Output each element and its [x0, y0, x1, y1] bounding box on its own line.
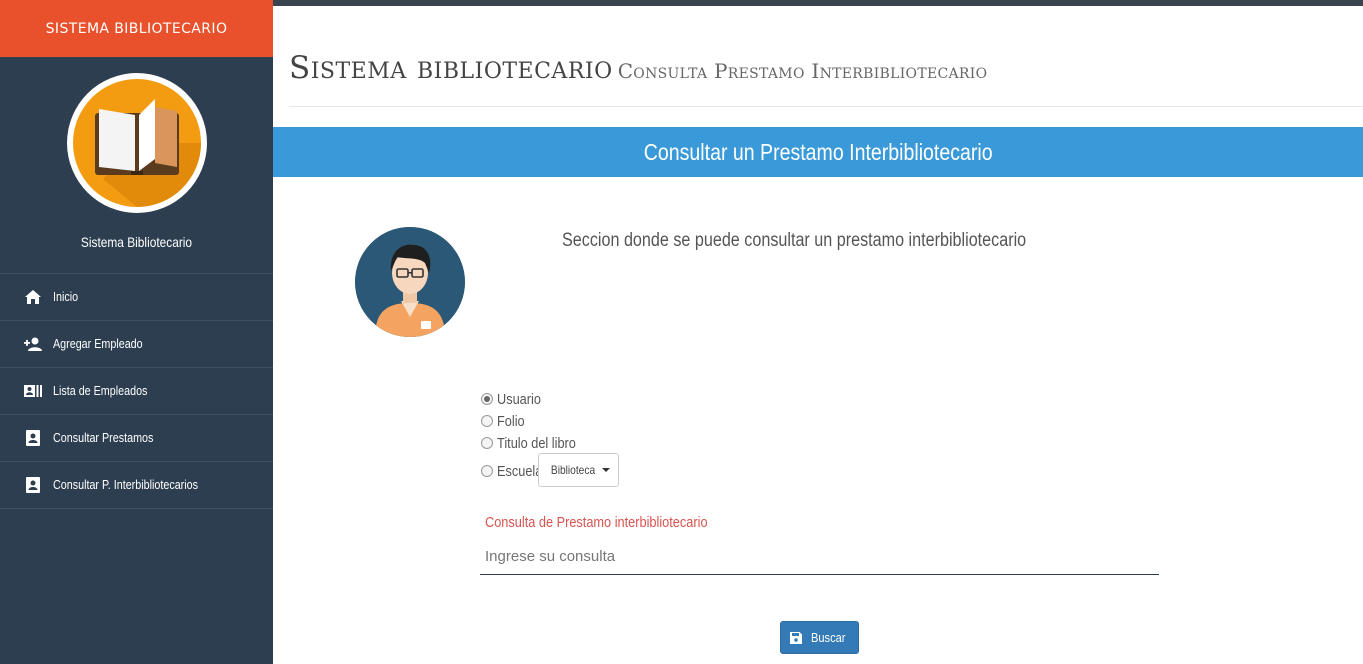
page-header: Sistema bibliotecario Consulta Prestamo …	[289, 50, 987, 86]
sidebar-item-agregar-empleado[interactable]: Agregar Empleado	[0, 321, 273, 368]
top-bar	[273, 0, 1363, 6]
sidebar-item-consultar-interbibliotecarios[interactable]: Consultar P. Interbibliotecarios	[0, 462, 273, 509]
profile-name: Sistema Bibliotecario	[80, 234, 193, 250]
search-button[interactable]: Buscar	[780, 621, 859, 654]
radio-button[interactable]	[481, 437, 493, 449]
sidebar-item-label: Consultar Prestamos	[53, 431, 154, 445]
brand-title[interactable]: SISTEMA BIBLIOTECARIO	[0, 0, 273, 57]
radio-folio[interactable]: Folio	[480, 410, 590, 432]
filter-radio-group: Usuario Folio Titulo del libro Escuela B…	[480, 388, 619, 488]
sidebar-item-lista-empleados[interactable]: Lista de Empleados	[0, 368, 273, 415]
sidebar-item-label: Consultar P. Interbibliotecarios	[53, 478, 199, 492]
query-input[interactable]	[480, 538, 1159, 575]
sidebar-item-label: Agregar Empleado	[53, 337, 143, 351]
section-banner: Consultar un Prestamo Interbibliotecario	[273, 127, 1363, 177]
radio-label: Usuario	[497, 390, 541, 408]
user-avatar-icon	[355, 227, 465, 337]
book-logo-icon	[67, 73, 207, 213]
person-add-icon	[24, 336, 42, 352]
caret-down-icon	[601, 468, 610, 472]
search-button-label: Buscar	[811, 630, 846, 645]
portrait-icon	[24, 477, 42, 493]
biblioteca-dropdown[interactable]: Biblioteca	[538, 453, 619, 487]
dropdown-label: Biblioteca	[551, 463, 596, 477]
radio-titulo-libro[interactable]: Titulo del libro	[480, 432, 590, 454]
home-icon	[24, 289, 42, 305]
radio-label: Titulo del libro	[497, 434, 576, 452]
page-subtitle: Consulta Prestamo Interbibliotecario	[617, 59, 988, 83]
page-title: Sistema bibliotecario	[289, 50, 613, 86]
sidebar-item-inicio[interactable]: Inicio	[0, 274, 273, 321]
profile-section: Sistema Bibliotecario	[0, 57, 273, 274]
header-divider	[289, 106, 1363, 107]
radio-label: Folio	[497, 412, 525, 430]
sidebar-item-consultar-prestamos[interactable]: Consultar Prestamos	[0, 415, 273, 462]
sidebar-item-label: Inicio	[53, 290, 79, 304]
radio-button[interactable]	[481, 465, 493, 477]
radio-button[interactable]	[481, 393, 493, 405]
portrait-icon	[24, 430, 42, 446]
sidebar: SISTEMA BIBLIOTECARIO Sistema Biblioteca…	[0, 0, 273, 664]
contact-card-icon	[24, 383, 42, 399]
radio-button[interactable]	[481, 415, 493, 427]
query-label: Consulta de Prestamo interbibliotecario	[485, 514, 708, 531]
radio-usuario[interactable]: Usuario	[480, 388, 590, 410]
sidebar-nav: Inicio Agregar Empleado Lista de Emplead…	[0, 274, 273, 509]
banner-title: Consultar un Prestamo Interbibliotecario	[643, 138, 993, 165]
radio-label: Escuela	[497, 462, 543, 480]
sidebar-item-label: Lista de Empleados	[53, 384, 148, 398]
section-description: Seccion donde se puede consultar un pres…	[562, 230, 1027, 251]
save-icon	[790, 631, 803, 644]
